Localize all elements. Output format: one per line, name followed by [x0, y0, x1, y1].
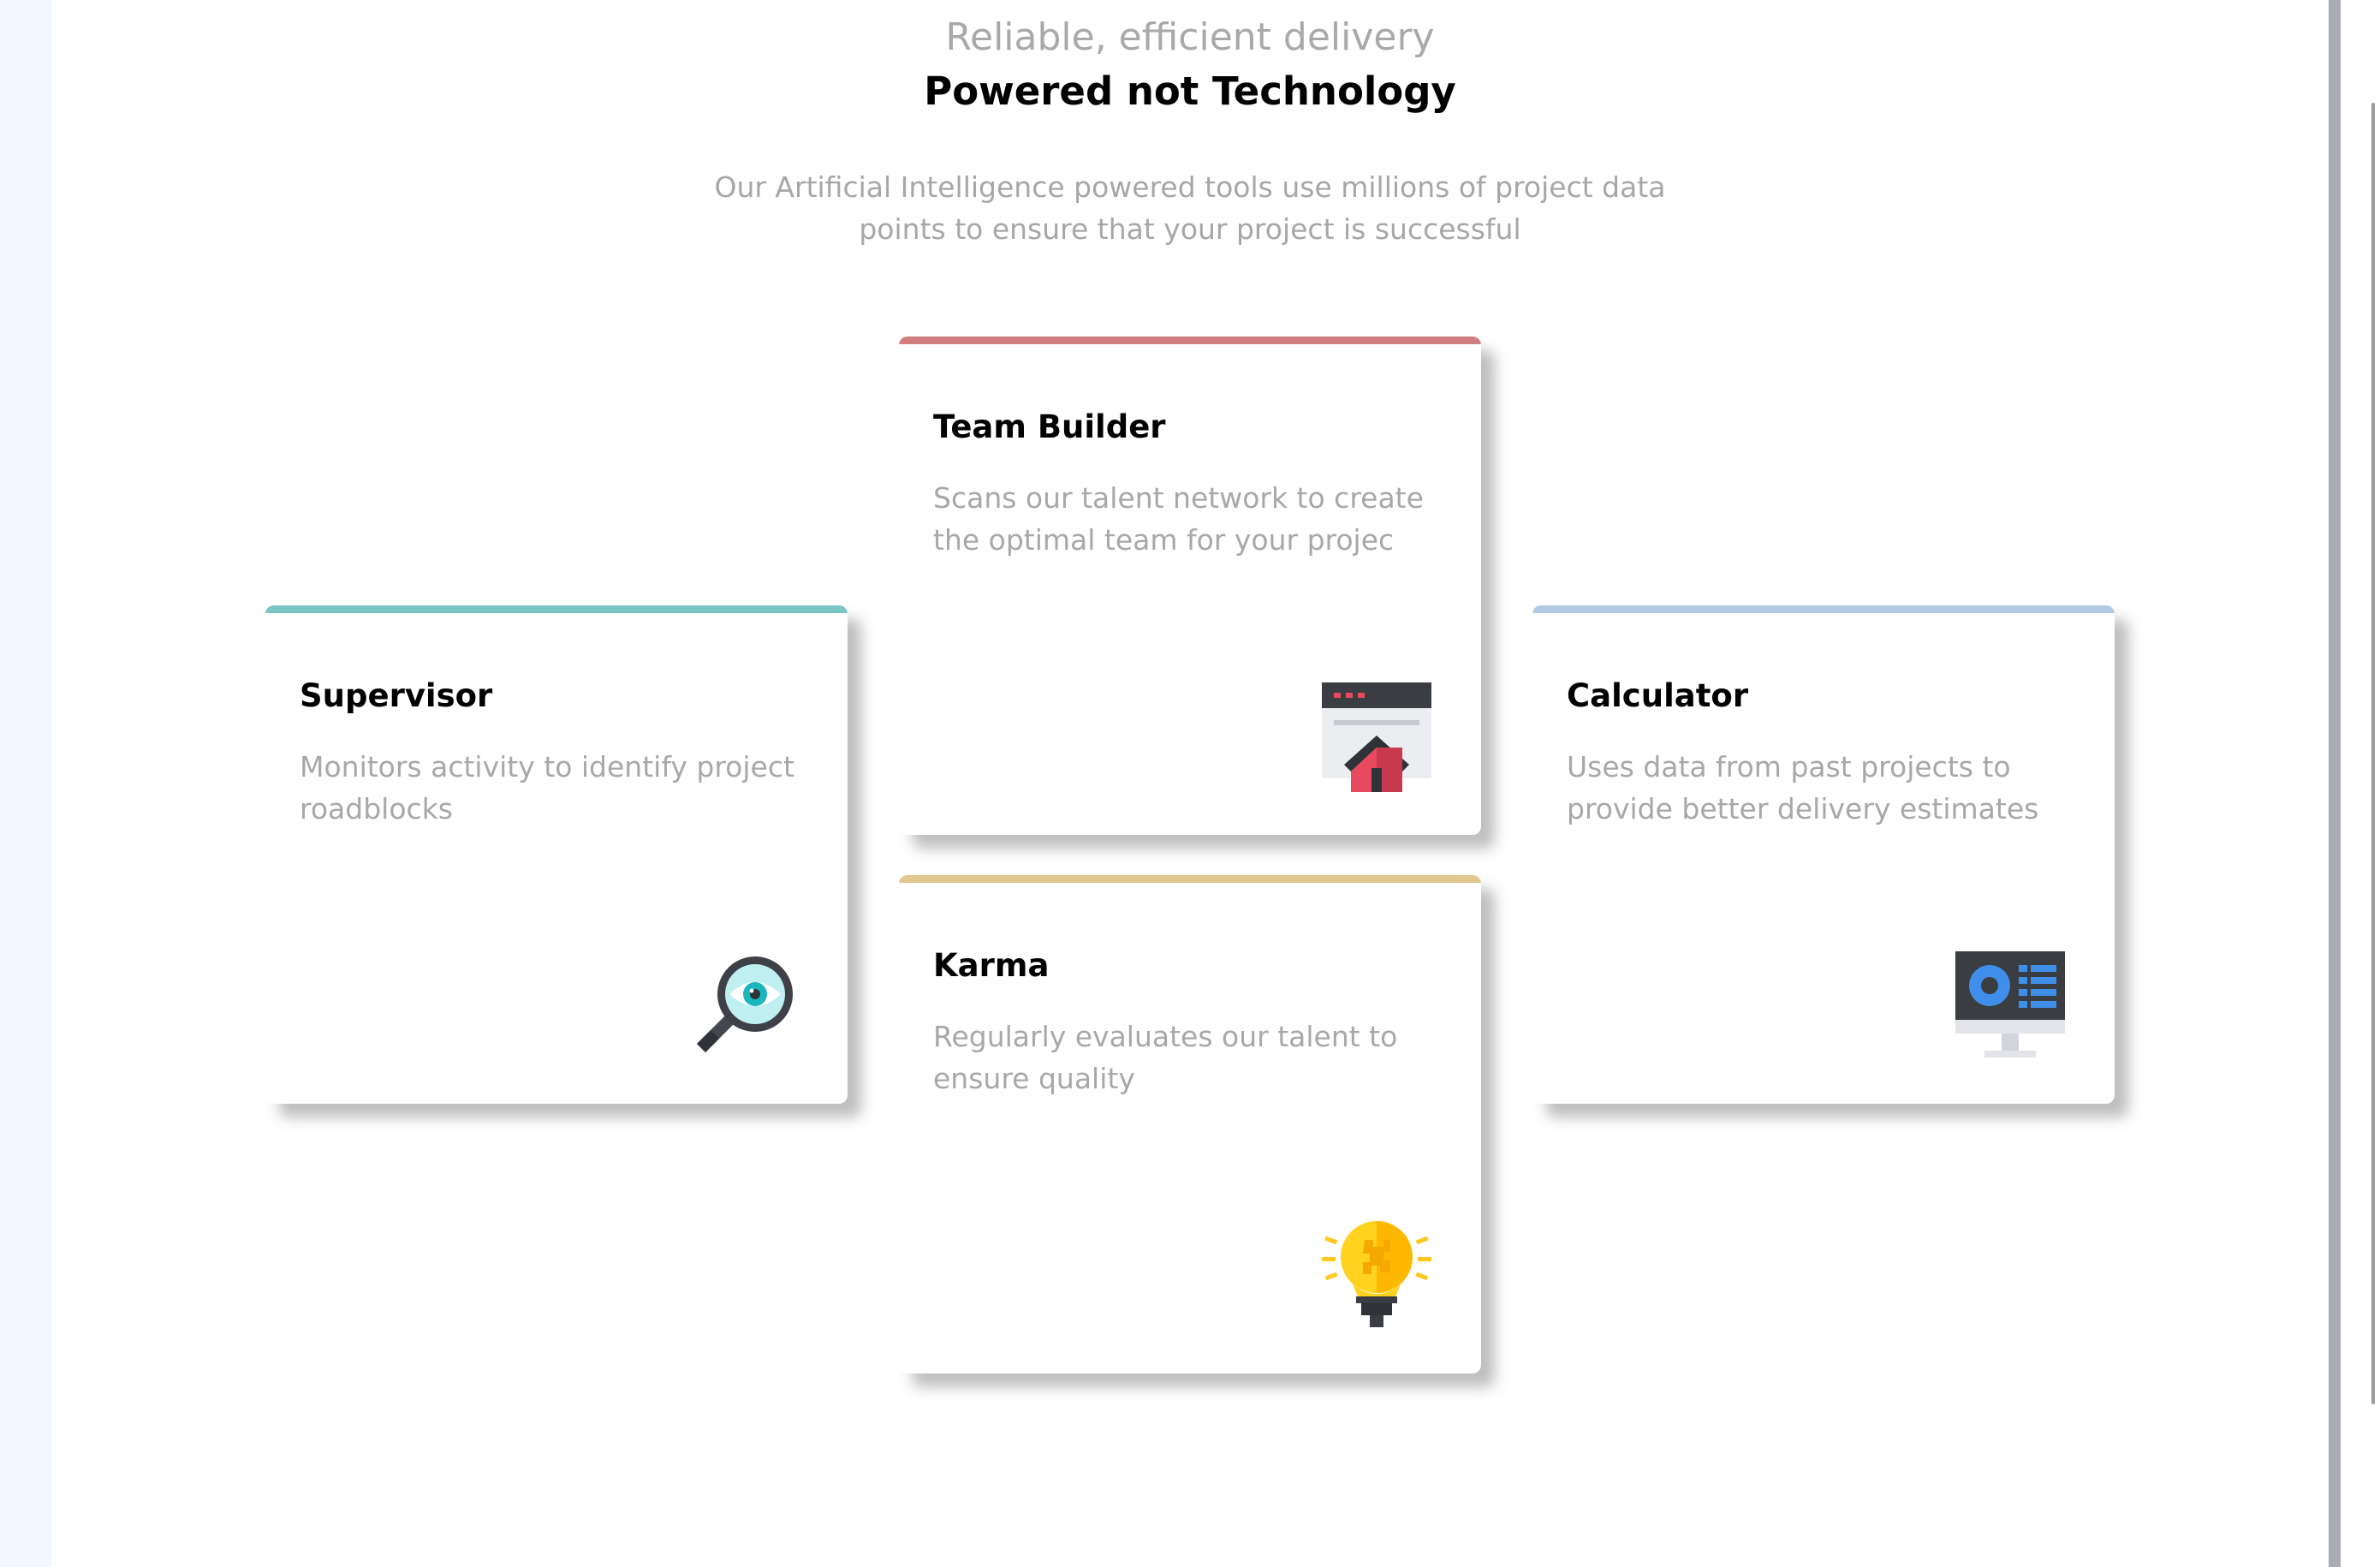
karma-card: Karma Regularly evaluates our talent to … — [899, 875, 1481, 1373]
card-title: Supervisor — [300, 677, 493, 714]
section-title: Powered not Technology — [924, 69, 1456, 114]
window-edge — [2329, 0, 2341, 1567]
card-description: Monitors activity to identify project ro… — [300, 750, 794, 825]
monitor-chart-icon — [1955, 951, 2065, 1061]
card-title: Karma — [933, 947, 1050, 984]
magnifier-eye-icon — [688, 951, 798, 1061]
scrollbar-thumb[interactable] — [2371, 103, 2375, 1404]
team-window-icon — [1322, 682, 1431, 792]
lightbulb-icon — [1322, 1221, 1431, 1331]
section-subtitle: Reliable, efficient delivery — [945, 15, 1435, 59]
calculator-card: Calculator Uses data from past projects … — [1532, 605, 2115, 1104]
card-title: Calculator — [1567, 677, 1749, 714]
card-title: Team Builder — [933, 408, 1166, 445]
card-description: Regularly evaluates our talent to ensure… — [933, 1020, 1398, 1095]
section-description-line-1: Our Artificial Intelligence powered tool… — [714, 170, 1666, 204]
team-builder-card: Team Builder Scans our talent network to… — [899, 337, 1481, 835]
card-description: Scans our talent network to create the o… — [933, 481, 1424, 557]
section-description: Our Artificial Intelligence powered tool… — [51, 166, 2329, 250]
section-description-line-2: points to ensure that your project is su… — [859, 212, 1521, 246]
supervisor-card: Supervisor Monitors activity to identify… — [265, 605, 848, 1104]
card-description: Uses data from past projects to provide … — [1567, 750, 2039, 825]
